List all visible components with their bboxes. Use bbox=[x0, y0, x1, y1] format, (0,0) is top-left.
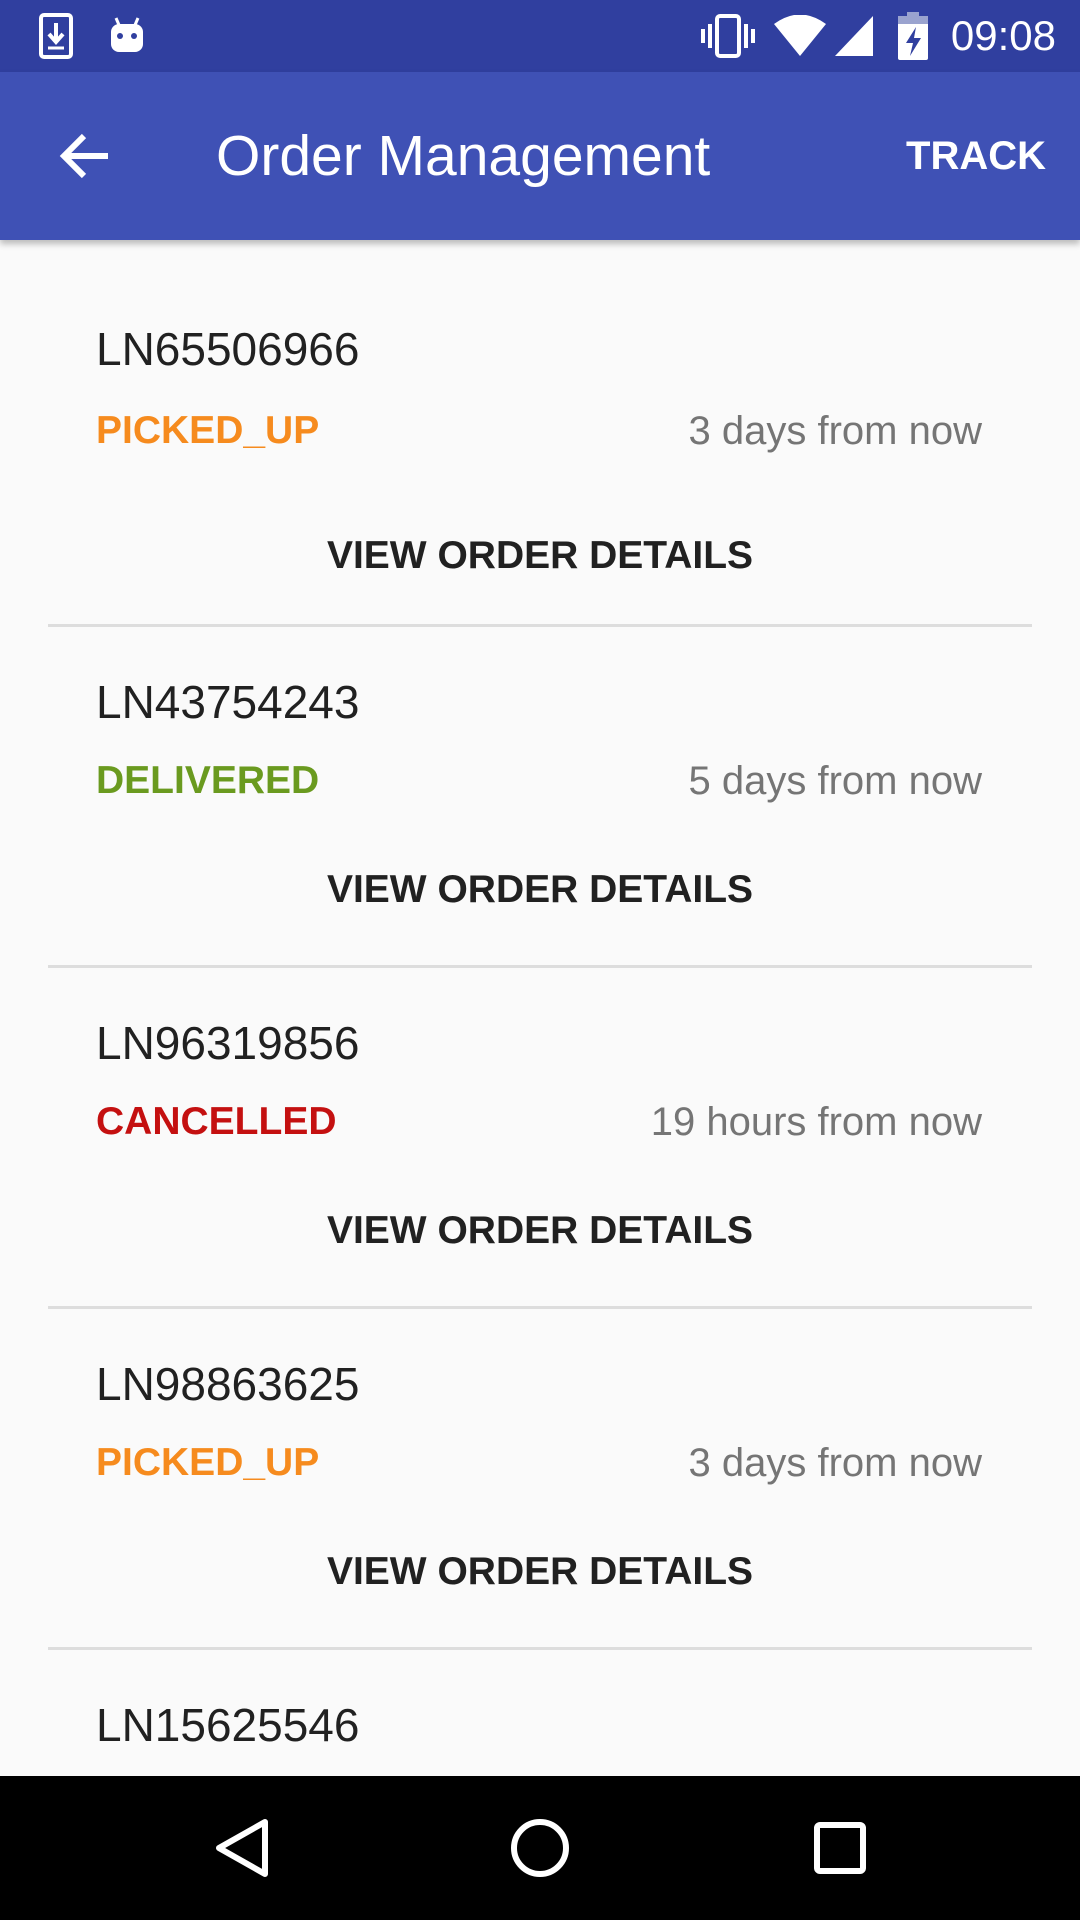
order-card: LN15625546 bbox=[0, 1650, 1080, 1776]
order-time: 19 hours from now bbox=[650, 1100, 982, 1144]
track-button[interactable]: TRACK bbox=[902, 72, 1050, 240]
order-status: DELIVERED bbox=[96, 759, 320, 802]
vibrate-icon bbox=[700, 0, 756, 72]
order-status: CANCELLED bbox=[96, 1100, 337, 1143]
android-icon bbox=[104, 0, 150, 72]
order-time: 5 days from now bbox=[688, 759, 982, 803]
order-time: 3 days from now bbox=[688, 1441, 982, 1485]
battery-charging-icon bbox=[896, 0, 930, 72]
order-card: LN96319856 CANCELLED 19 hours from now V… bbox=[0, 968, 1080, 1309]
nav-recents-button[interactable] bbox=[760, 1776, 920, 1920]
download-icon bbox=[34, 0, 78, 72]
app-bar: Order Management TRACK bbox=[0, 72, 1080, 240]
back-triangle-icon bbox=[216, 1819, 268, 1877]
order-id: LN65506966 bbox=[96, 323, 360, 375]
order-list[interactable]: LN65506966 PICKED_UP 3 days from now VIE… bbox=[0, 240, 1080, 1776]
view-order-details-button[interactable]: VIEW ORDER DETAILS bbox=[0, 862, 1080, 918]
nav-home-button[interactable] bbox=[460, 1776, 620, 1920]
home-circle-icon bbox=[511, 1819, 569, 1877]
back-button[interactable] bbox=[36, 108, 132, 204]
order-id: LN43754243 bbox=[96, 676, 360, 728]
status-time: 09:08 bbox=[950, 12, 1056, 59]
arrow-back-icon bbox=[59, 133, 108, 179]
view-order-details-button[interactable]: VIEW ORDER DETAILS bbox=[0, 1544, 1080, 1600]
order-card: LN43754243 DELIVERED 5 days from now VIE… bbox=[0, 627, 1080, 968]
order-status: PICKED_UP bbox=[96, 1441, 320, 1484]
order-card: LN65506966 PICKED_UP 3 days from now VIE… bbox=[0, 240, 1080, 627]
recents-square-icon bbox=[814, 1822, 866, 1874]
view-order-details-button[interactable]: VIEW ORDER DETAILS bbox=[0, 528, 1080, 584]
order-time: 3 days from now bbox=[688, 409, 982, 453]
order-card: LN98863625 PICKED_UP 3 days from now VIE… bbox=[0, 1309, 1080, 1650]
wifi-icon bbox=[772, 0, 828, 72]
nav-back-button[interactable] bbox=[161, 1776, 321, 1920]
order-id: LN15625546 bbox=[96, 1699, 360, 1751]
navigation-bar bbox=[0, 1776, 1080, 1920]
page-title: Order Management bbox=[216, 124, 711, 188]
view-order-details-button[interactable]: VIEW ORDER DETAILS bbox=[0, 1203, 1080, 1259]
order-id: LN96319856 bbox=[96, 1017, 360, 1069]
order-status: PICKED_UP bbox=[96, 409, 320, 452]
status-bar: 09:08 bbox=[0, 0, 1080, 72]
order-id: LN98863625 bbox=[96, 1358, 360, 1410]
screen: 09:08 Order Management TRACK LN65506966 … bbox=[0, 0, 1080, 1920]
signal-icon bbox=[832, 0, 876, 72]
